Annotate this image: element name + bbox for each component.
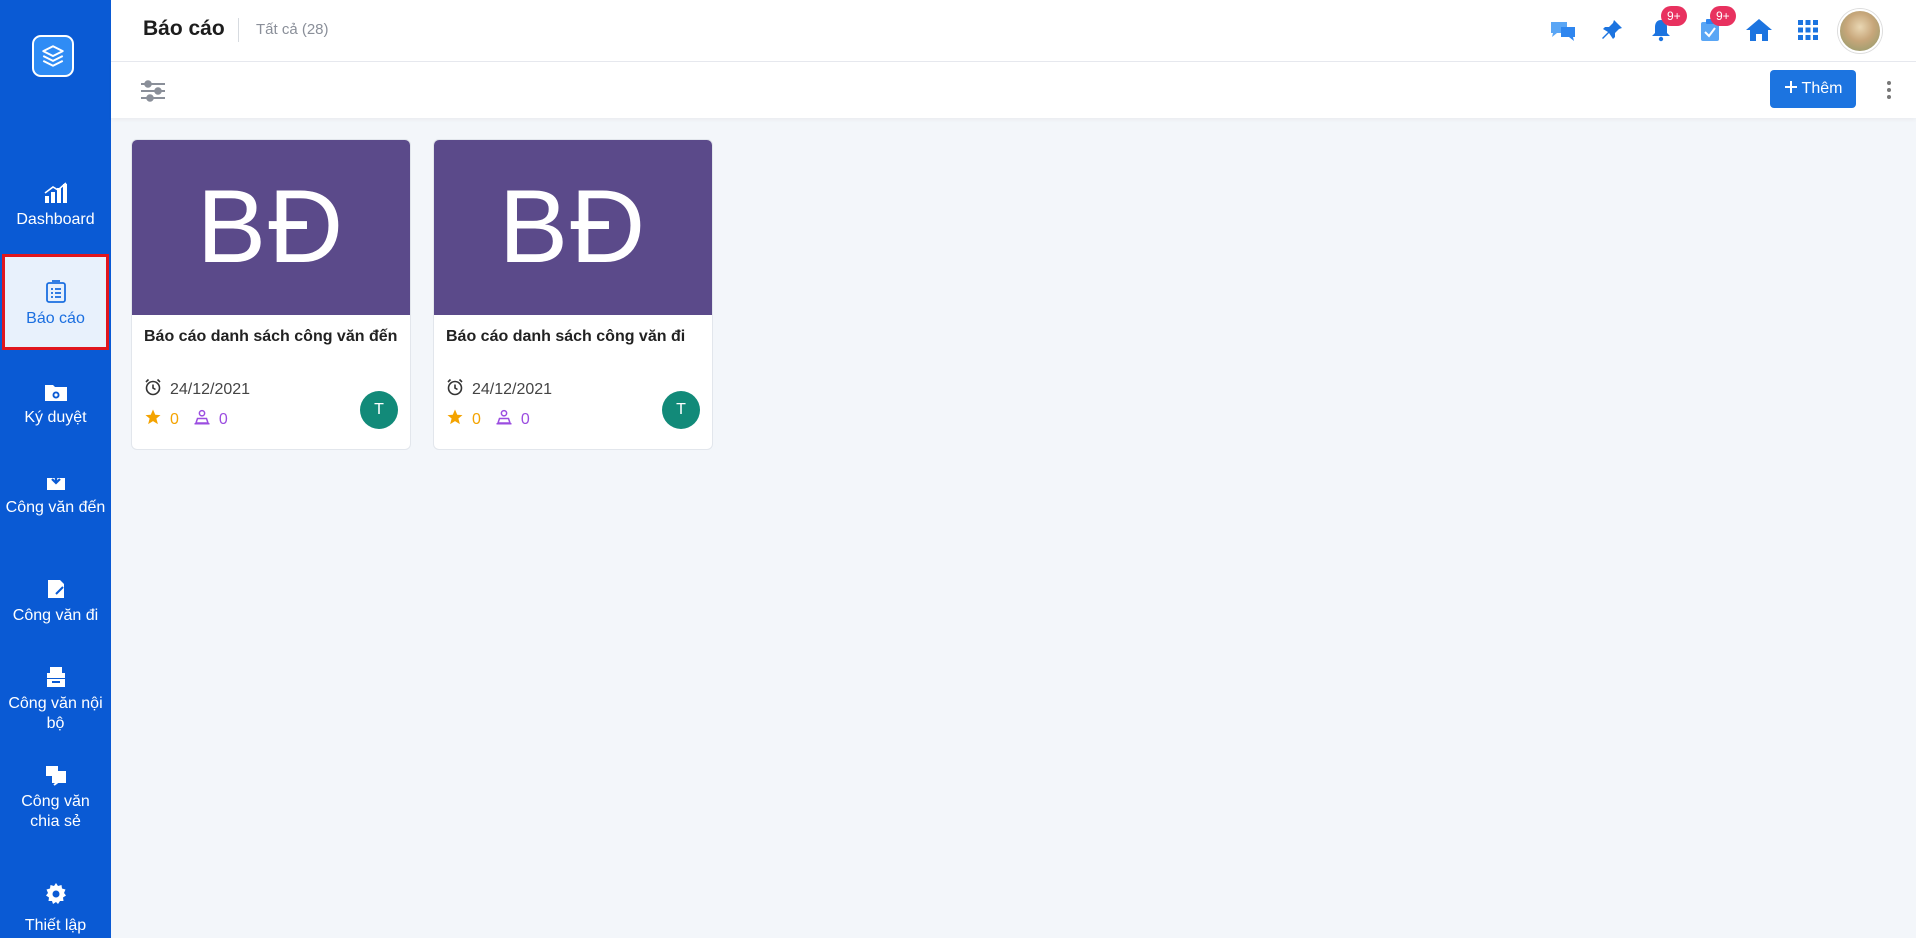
alarm-clock-icon — [446, 378, 464, 401]
sidebar: Dashboard Báo cáo Ký duyệt Công văn đến … — [0, 0, 111, 938]
divider — [238, 18, 239, 42]
star-count: 0 — [472, 410, 481, 428]
card-title[interactable]: Báo cáo danh sách công văn đến — [144, 328, 397, 346]
item-count[interactable]: Tất cả (28) — [256, 21, 329, 38]
filter-sliders-icon[interactable] — [140, 79, 166, 103]
gear-icon — [44, 882, 68, 911]
app-logo-icon[interactable] — [32, 35, 74, 77]
pin-icon[interactable] — [1598, 16, 1626, 44]
sidebar-item-cong-van-chia-se[interactable]: Công văn chia sẻ — [0, 762, 111, 832]
sidebar-item-cong-van-di[interactable]: Công văn đi — [0, 576, 111, 626]
sidebar-item-label: Ký duyệt — [24, 409, 87, 426]
share-users-icon[interactable] — [495, 408, 513, 431]
card-date-text: 24/12/2021 — [472, 380, 553, 398]
sidebar-item-label: Dashboard — [16, 211, 95, 228]
chart-bars-icon — [43, 180, 69, 206]
notification-bell-icon[interactable]: 9+ — [1647, 6, 1687, 44]
add-button[interactable]: Thêm — [1770, 70, 1856, 108]
report-card[interactable]: BĐ Báo cáo danh sách công văn đi 24/12/2… — [433, 139, 713, 450]
card-title[interactable]: Báo cáo danh sách công văn đi — [446, 328, 685, 346]
incoming-doc-icon — [43, 468, 69, 494]
owner-avatar[interactable]: T — [360, 391, 398, 429]
share-users-icon[interactable] — [193, 408, 211, 431]
card-date: 24/12/2021 — [144, 378, 250, 401]
add-button-label: Thêm — [1801, 80, 1843, 97]
card-stats: 0 0 — [144, 408, 228, 431]
card-stats: 0 0 — [446, 408, 530, 431]
card-date: 24/12/2021 — [446, 378, 552, 401]
report-list-icon — [43, 279, 69, 305]
star-icon[interactable] — [144, 408, 162, 431]
sidebar-item-label: Công văn đến — [5, 499, 106, 516]
star-count: 0 — [170, 410, 179, 428]
sidebar-item-label: Thiết lập — [24, 917, 87, 934]
apps-grid-icon[interactable] — [1794, 16, 1822, 44]
sidebar-item-ky-duyet[interactable]: Ký duyệt — [0, 378, 111, 428]
sign-folder-icon — [43, 378, 69, 404]
page-title: Báo cáo — [143, 17, 225, 40]
notification-badge: 9+ — [1661, 6, 1687, 26]
sidebar-item-label: Công văn nội bộ — [8, 695, 103, 732]
task-badge: 9+ — [1710, 6, 1736, 26]
sidebar-item-label: Báo cáo — [26, 310, 85, 327]
share-count: 0 — [218, 410, 228, 428]
task-clipboard-icon[interactable]: 9+ — [1696, 6, 1736, 44]
card-cover: BĐ — [132, 140, 410, 315]
card-cover: BĐ — [434, 140, 712, 315]
owner-avatar[interactable]: T — [662, 391, 700, 429]
home-icon[interactable] — [1745, 16, 1773, 44]
toolbar: Thêm — [111, 62, 1916, 118]
plus-icon — [1784, 80, 1798, 99]
outgoing-doc-icon — [43, 576, 69, 602]
sidebar-item-settings[interactable]: Thiết lập — [0, 862, 111, 938]
share-count: 0 — [520, 410, 530, 428]
top-header: Báo cáo Tất cả (28) 9+ 9+ — [111, 0, 1916, 62]
sidebar-item-label: Công văn chia sẻ — [21, 793, 90, 830]
internal-doc-icon — [43, 664, 69, 690]
chat-icon[interactable] — [1549, 16, 1577, 44]
user-avatar[interactable] — [1838, 9, 1882, 53]
sidebar-item-label: Công văn đi — [12, 607, 99, 624]
shared-doc-icon — [43, 762, 69, 788]
sidebar-item-cong-van-den[interactable]: Công văn đến — [0, 468, 111, 518]
report-card[interactable]: BĐ Báo cáo danh sách công văn đến 24/12/… — [131, 139, 411, 450]
star-icon[interactable] — [446, 408, 464, 431]
sidebar-item-bao-cao[interactable]: Báo cáo — [2, 254, 109, 350]
sidebar-item-dashboard[interactable]: Dashboard — [0, 180, 111, 230]
sidebar-item-cong-van-noi-bo[interactable]: Công văn nội bộ — [0, 664, 111, 734]
alarm-clock-icon — [144, 378, 162, 401]
more-options-icon[interactable] — [1879, 76, 1899, 104]
card-date-text: 24/12/2021 — [170, 380, 251, 398]
